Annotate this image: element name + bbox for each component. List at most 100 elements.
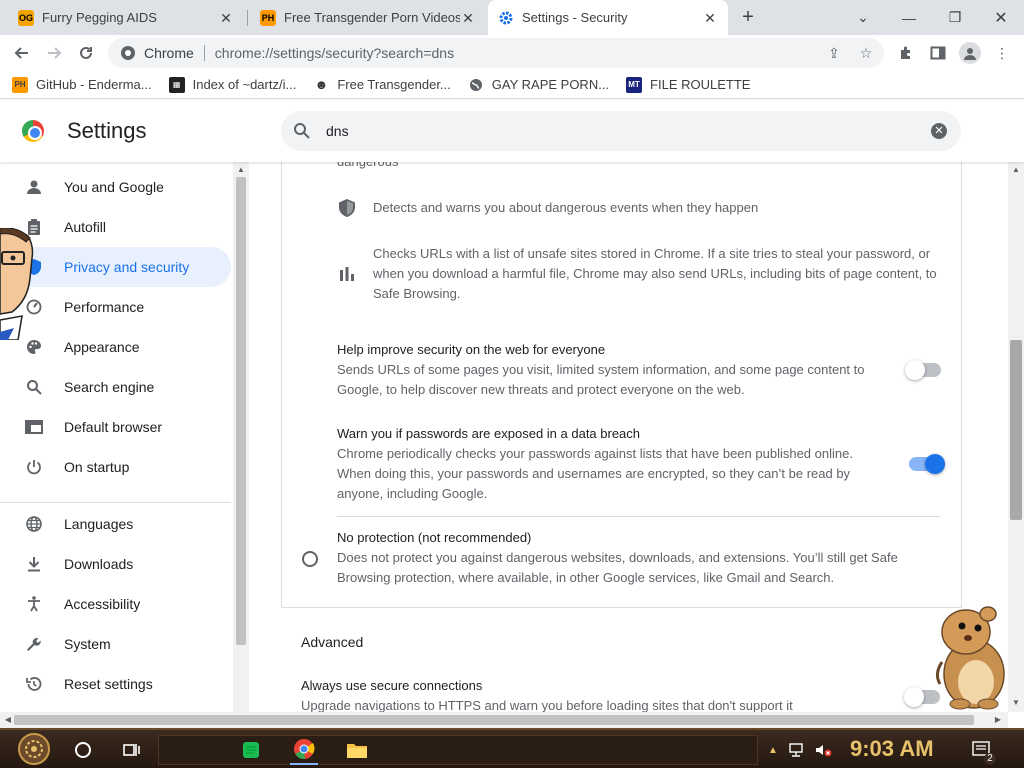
search-icon [294, 123, 310, 139]
taskbar-clock[interactable]: 9:03 AM [850, 736, 934, 762]
main-scroll-up-arrow-icon[interactable]: ▲ [1011, 165, 1021, 175]
file-explorer-icon[interactable] [344, 735, 370, 765]
close-tab-icon[interactable]: ✕ [702, 10, 718, 26]
network-icon[interactable] [786, 735, 808, 765]
side-panel-icon[interactable] [929, 44, 947, 62]
scroll-left-arrow-icon[interactable]: ◀ [3, 715, 13, 725]
tab-transgender[interactable]: PH Free Transgender Porn Videos ✕ [250, 0, 486, 35]
sidebar-item-privacy-and-security[interactable]: Privacy and security [0, 247, 231, 287]
extensions-icon[interactable] [897, 44, 915, 62]
tab-title: Settings - Security [522, 10, 628, 25]
close-tab-icon[interactable]: ✕ [218, 10, 234, 26]
chrome-icon [121, 46, 135, 60]
scroll-up-arrow-icon[interactable]: ▲ [236, 165, 246, 175]
new-tab-button[interactable]: + [737, 7, 759, 29]
clear-search-icon[interactable]: ✕ [931, 123, 947, 139]
search-circle-icon[interactable] [70, 735, 96, 765]
notifications-icon[interactable]: 2 [970, 735, 996, 765]
power-icon [24, 458, 44, 476]
sidebar-item-performance[interactable]: Performance [0, 287, 231, 327]
forward-arrow-icon [48, 47, 62, 59]
menu-kebab-icon[interactable]: ⋮ [993, 44, 1011, 62]
horizontal-scrollbar-thumb[interactable] [14, 715, 974, 725]
settings-search[interactable]: dns ✕ [281, 111, 961, 151]
tab-title: Free Transgender Porn Videos [284, 10, 460, 25]
sidebar-item-on-startup[interactable]: On startup [0, 447, 231, 487]
accessibility-icon [24, 595, 44, 613]
ph-favicon-icon: PH [12, 76, 28, 93]
help-improve-title: Help improve security on the web for eve… [337, 342, 606, 357]
volume-muted-icon[interactable] [812, 735, 834, 765]
section-divider [337, 516, 940, 517]
close-window-button[interactable]: ✕ [978, 0, 1024, 35]
sidebar-item-downloads[interactable]: Downloads [0, 544, 231, 584]
sidebar-item-system[interactable]: System [0, 624, 231, 664]
sidebar-item-languages[interactable]: Languages [0, 504, 231, 544]
warn-passwords-toggle[interactable] [909, 454, 945, 474]
scroll-right-arrow-icon[interactable]: ▶ [993, 715, 1003, 725]
start-button[interactable] [12, 732, 56, 766]
main-scroll-down-arrow-icon[interactable]: ▼ [1011, 698, 1021, 708]
reload-button[interactable] [74, 41, 98, 65]
checks-urls-line-3: Safe Browsing. [373, 286, 461, 301]
minimize-button[interactable]: — [886, 0, 932, 35]
help-improve-desc-line-1: Sends URLs of some pages you visit, limi… [337, 362, 865, 377]
site-label: Chrome [144, 45, 194, 61]
forward-button[interactable] [42, 41, 66, 65]
bookmark-index[interactable]: ▦ Index of ~dartz/i... [168, 76, 296, 93]
download-icon [24, 555, 44, 573]
bookmark-gay[interactable]: GAY RAPE PORN... [468, 77, 609, 93]
sidebar-item-reset-settings[interactable]: Reset settings [0, 664, 231, 704]
sidebar-item-label: Search engine [64, 379, 155, 395]
sidebar-item-appearance[interactable]: Appearance [0, 327, 231, 367]
maximize-button[interactable]: ❐ [932, 0, 978, 35]
site-chip[interactable]: Chrome [120, 45, 194, 61]
film-icon: ▦ [168, 76, 185, 93]
tab-furry[interactable]: OG Furry Pegging AIDS ✕ [8, 0, 244, 35]
chevron-up-icon[interactable]: ▲ [765, 735, 781, 765]
warn-passwords-desc-line-3: anyone, including Google. [337, 486, 488, 501]
sidebar-item-you-and-google[interactable]: You and Google [0, 167, 231, 207]
tab-settings[interactable]: Settings - Security ✕ [488, 0, 728, 35]
bookmark-github[interactable]: PH GitHub - Enderma... [12, 76, 152, 93]
no-protection-desc-line-1: Does not protect you against dangerous w… [337, 550, 898, 565]
sidebar-item-autofill[interactable]: Autofill [0, 207, 231, 247]
checks-urls-line-1: Checks URLs with a list of unsafe sites … [373, 246, 931, 261]
sidebar-item-search-engine[interactable]: Search engine [0, 367, 231, 407]
sidebar-item-label: Languages [64, 516, 134, 532]
help-improve-toggle[interactable] [905, 360, 941, 380]
sidebar-scrollbar-thumb[interactable] [236, 177, 246, 645]
checks-urls-line-2: when you download a harmful file, Chrome… [373, 266, 937, 281]
no-protection-radio[interactable] [302, 551, 318, 567]
warn-passwords-title: Warn you if passwords are exposed in a d… [337, 426, 641, 441]
chrome-logo-icon [22, 120, 44, 142]
toggle-knob [905, 360, 925, 380]
browser-toolbar: Chrome chrome://settings/security?search… [0, 35, 1024, 71]
detect-warn-text: Detects and warns you about dangerous ev… [373, 200, 759, 215]
profile-avatar-icon[interactable] [959, 42, 981, 64]
toggle-knob [904, 687, 924, 707]
sidebar-item-label: System [64, 636, 111, 652]
address-bar[interactable]: Chrome chrome://settings/security?search… [108, 38, 884, 68]
back-button[interactable] [10, 41, 34, 65]
sidebar-item-default-browser[interactable]: Default browser [0, 407, 231, 447]
notes-app-icon[interactable] [238, 735, 264, 765]
bookmark-file-roulette[interactable]: MT FILE ROULETTE [626, 76, 750, 93]
warn-passwords-desc-line-1: Chrome periodically checks your password… [337, 446, 853, 461]
bookmark-transgender[interactable]: ☻ Free Transgender... [313, 77, 450, 93]
secure-connections-desc: Upgrade navigations to HTTPS and warn yo… [301, 698, 793, 712]
task-view-icon[interactable] [118, 735, 144, 765]
main-scrollbar-thumb[interactable] [1010, 340, 1022, 520]
close-tab-icon[interactable]: ✕ [460, 10, 476, 26]
reload-icon [80, 46, 92, 59]
tab-strip: OG Furry Pegging AIDS ✕ PH Free Transgen… [0, 0, 1024, 35]
sidebar-item-label: Performance [64, 299, 145, 315]
share-icon[interactable]: ⇪ [825, 44, 843, 62]
tab-search-icon[interactable]: ⌄ [840, 0, 886, 35]
notification-count: 2 [984, 753, 996, 765]
bookmark-star-icon[interactable]: ☆ [857, 44, 875, 62]
search-input[interactable]: dns [326, 123, 349, 139]
sidebar-item-accessibility[interactable]: Accessibility [0, 584, 231, 624]
chrome-taskbar-icon[interactable] [290, 735, 318, 765]
search-icon [24, 378, 44, 396]
